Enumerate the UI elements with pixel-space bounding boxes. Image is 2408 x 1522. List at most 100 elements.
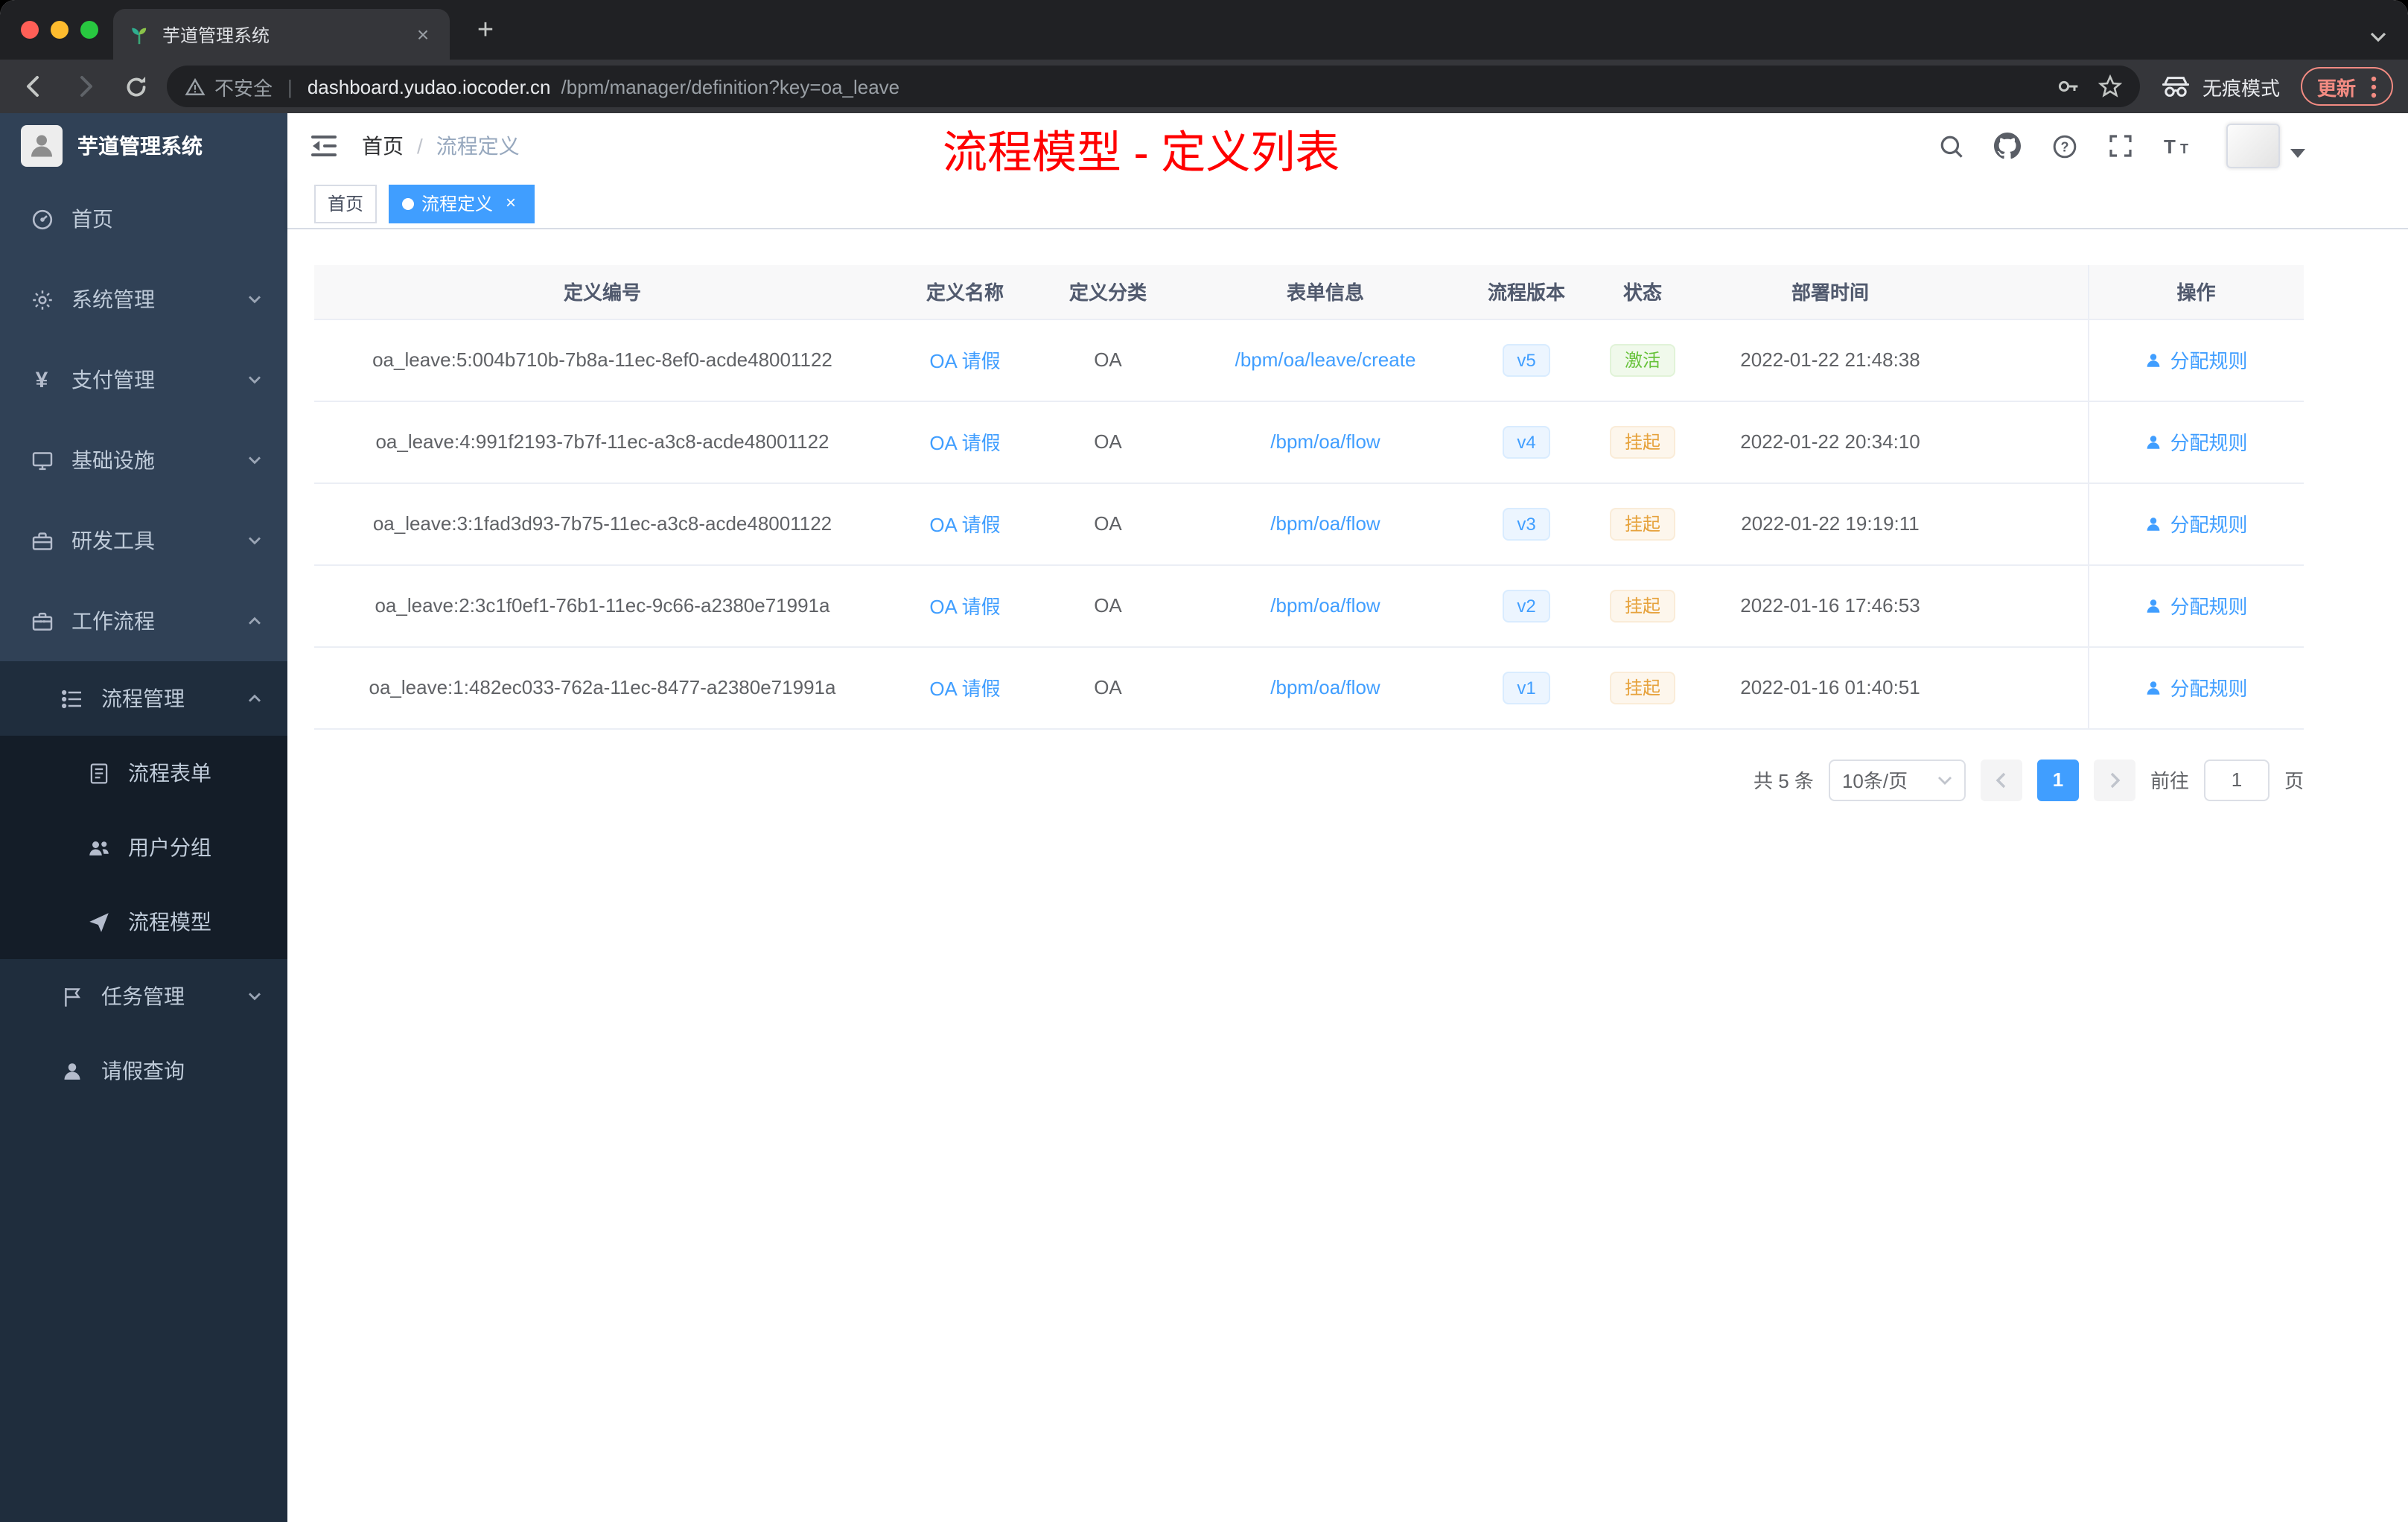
definition-category: OA xyxy=(1094,430,1122,453)
assign-rule-link[interactable]: 分配规则 xyxy=(2144,591,2248,620)
sidebar-item-leave-query[interactable]: 请假查询 xyxy=(0,1034,287,1108)
prev-page-button[interactable] xyxy=(1980,759,2022,800)
sidebar-item-process-manage[interactable]: 流程管理 xyxy=(0,661,287,736)
app-logo[interactable]: 芋道管理系统 xyxy=(0,113,287,179)
page-content: 定义编号 定义名称 定义分类 表单信息 流程版本 状态 部署时间 操作 oa_leave:5:… xyxy=(287,229,2408,1522)
kebab-menu-icon[interactable] xyxy=(2371,75,2377,98)
column-filler xyxy=(1954,265,2088,319)
browser-toolbar: 不安全 | dashboard.yudao.iocoder.cn /bpm/ma… xyxy=(0,60,2408,113)
assign-rule-link[interactable]: 分配规则 xyxy=(2144,346,2248,374)
form-link[interactable]: /bpm/oa/flow xyxy=(1270,676,1380,698)
font-size-icon[interactable]: TT xyxy=(2161,130,2194,162)
send-icon xyxy=(86,910,110,934)
next-page-button[interactable] xyxy=(2093,759,2135,800)
tags-view-bar: 首页 × 流程定义 × xyxy=(287,179,2408,229)
navbar-actions: ? TT xyxy=(1934,113,2305,179)
sidebar-item-payment[interactable]: ¥ 支付管理 xyxy=(0,340,287,420)
version-tag: v5 xyxy=(1502,343,1551,376)
goto-page-input[interactable] xyxy=(2203,759,2270,800)
address-bar[interactable]: 不安全 | dashboard.yudao.iocoder.cn /bpm/ma… xyxy=(167,66,2140,107)
view-tag-1[interactable]: 流程定义 × xyxy=(389,184,535,223)
window-close-button[interactable] xyxy=(21,21,39,39)
new-tab-button[interactable]: + xyxy=(468,13,503,49)
github-icon[interactable] xyxy=(1991,130,2024,162)
fullscreen-icon[interactable] xyxy=(2104,130,2137,162)
table-row: oa_leave:3:1fad3d93-7b75-11ec-a3c8-acde4… xyxy=(314,483,2304,565)
password-key-icon[interactable] xyxy=(2057,74,2080,98)
assign-rule-link[interactable]: 分配规则 xyxy=(2144,509,2248,538)
usergroup-icon xyxy=(86,835,110,859)
sidebar-item-devtools[interactable]: 研发工具 xyxy=(0,500,287,581)
definition-name-link[interactable]: OA 请假 xyxy=(929,514,1000,536)
user-icon xyxy=(2147,353,2160,366)
sidebar-item-system[interactable]: 系统管理 xyxy=(0,259,287,340)
definition-id: oa_leave:1:482ec033-762a-11ec-8477-a2380… xyxy=(369,676,836,698)
definition-id: oa_leave:5:004b710b-7b8a-11ec-8ef0-acde4… xyxy=(372,348,832,371)
reload-icon[interactable] xyxy=(116,67,155,106)
forward-icon[interactable] xyxy=(66,67,104,106)
breadcrumb-home[interactable]: 首页 xyxy=(362,131,404,161)
form-link[interactable]: /bpm/oa/flow xyxy=(1270,512,1380,535)
chevron-down-icon xyxy=(246,290,264,308)
tab-close-icon[interactable]: × xyxy=(411,22,435,46)
chevron-down-icon xyxy=(246,451,264,469)
definition-name-link[interactable]: OA 请假 xyxy=(929,678,1000,700)
back-icon[interactable] xyxy=(15,67,54,106)
tag-close-icon[interactable]: × xyxy=(500,192,521,214)
column-header: 定义编号 xyxy=(314,265,891,319)
warning-icon[interactable] xyxy=(185,77,206,96)
assign-rule-link[interactable]: 分配规则 xyxy=(2144,673,2248,701)
sidebar-item-process-form[interactable]: 流程表单 xyxy=(0,736,287,810)
page-number-button[interactable]: 1 xyxy=(2036,759,2079,800)
version-tag: v2 xyxy=(1502,589,1551,622)
window-zoom-button[interactable] xyxy=(80,21,98,39)
sidebar-item-user-group[interactable]: 用户分组 xyxy=(0,810,287,885)
deploy-time: 2022-01-22 20:34:10 xyxy=(1740,430,1920,453)
page-size-select[interactable]: 10条/页 xyxy=(1828,759,1966,800)
gear-icon xyxy=(30,287,54,311)
definition-id: oa_leave:3:1fad3d93-7b75-11ec-a3c8-acde4… xyxy=(372,512,832,535)
user-icon xyxy=(2147,681,2160,694)
sidebar-collapse-icon[interactable] xyxy=(287,134,362,158)
form-link[interactable]: /bpm/oa/flow xyxy=(1270,594,1380,617)
window-minimize-button[interactable] xyxy=(51,21,69,39)
tab-search-chevron-icon[interactable] xyxy=(2369,24,2387,51)
bookmark-star-icon[interactable] xyxy=(2098,74,2122,98)
column-header: 状态 xyxy=(1579,265,1707,319)
definition-category: OA xyxy=(1094,348,1122,371)
sidebar-item-process-model[interactable]: 流程模型 xyxy=(0,885,287,959)
security-label: 不安全 xyxy=(214,77,273,99)
form-link[interactable]: /bpm/oa/flow xyxy=(1270,430,1380,453)
sidebar-item-infra[interactable]: 基础设施 xyxy=(0,420,287,500)
view-tag-0[interactable]: 首页 × xyxy=(314,184,378,223)
table-row: oa_leave:2:3c1f0ef1-76b1-11ec-9c66-a2380… xyxy=(314,564,2304,647)
search-icon[interactable] xyxy=(1934,130,1967,162)
page-annotation: 流程模型 - 定义列表 xyxy=(943,129,1340,179)
user-menu[interactable] xyxy=(2226,124,2305,168)
dashboard-icon xyxy=(30,207,54,231)
definition-name-link[interactable]: OA 请假 xyxy=(929,596,1000,618)
sidebar-item-workflow[interactable]: 工作流程 xyxy=(0,581,287,661)
sidebar-item-home[interactable]: 首页 xyxy=(0,179,287,259)
logo-avatar xyxy=(21,125,63,167)
definition-category: OA xyxy=(1094,594,1122,617)
url-path: /bpm/manager/definition?key=oa_leave xyxy=(561,75,900,98)
definition-name-link[interactable]: OA 请假 xyxy=(929,432,1000,454)
help-icon[interactable]: ? xyxy=(2048,130,2080,162)
assign-rule-link[interactable]: 分配规则 xyxy=(2144,427,2248,456)
briefcase-icon xyxy=(30,609,54,633)
definition-category: OA xyxy=(1094,512,1122,535)
sidebar-filler xyxy=(0,1108,287,1522)
definition-name-link[interactable]: OA 请假 xyxy=(929,350,1000,372)
update-button[interactable]: 更新 xyxy=(2300,67,2393,106)
form-link[interactable]: /bpm/oa/leave/create xyxy=(1235,348,1416,371)
status-tag: 挂起 xyxy=(1609,671,1675,704)
avatar[interactable] xyxy=(2226,124,2280,168)
chevron-down-icon xyxy=(246,371,264,389)
version-tag: v4 xyxy=(1502,425,1551,458)
sidebar-item-task-manage[interactable]: 任务管理 xyxy=(0,959,287,1034)
browser-window: 芋道管理系统 × + 不安全 | dashboard.yudao.iocoder… xyxy=(0,0,2408,1522)
list-icon xyxy=(60,687,83,710)
column-header: 操作 xyxy=(2087,265,2304,319)
browser-tab[interactable]: 芋道管理系统 × xyxy=(113,9,450,60)
